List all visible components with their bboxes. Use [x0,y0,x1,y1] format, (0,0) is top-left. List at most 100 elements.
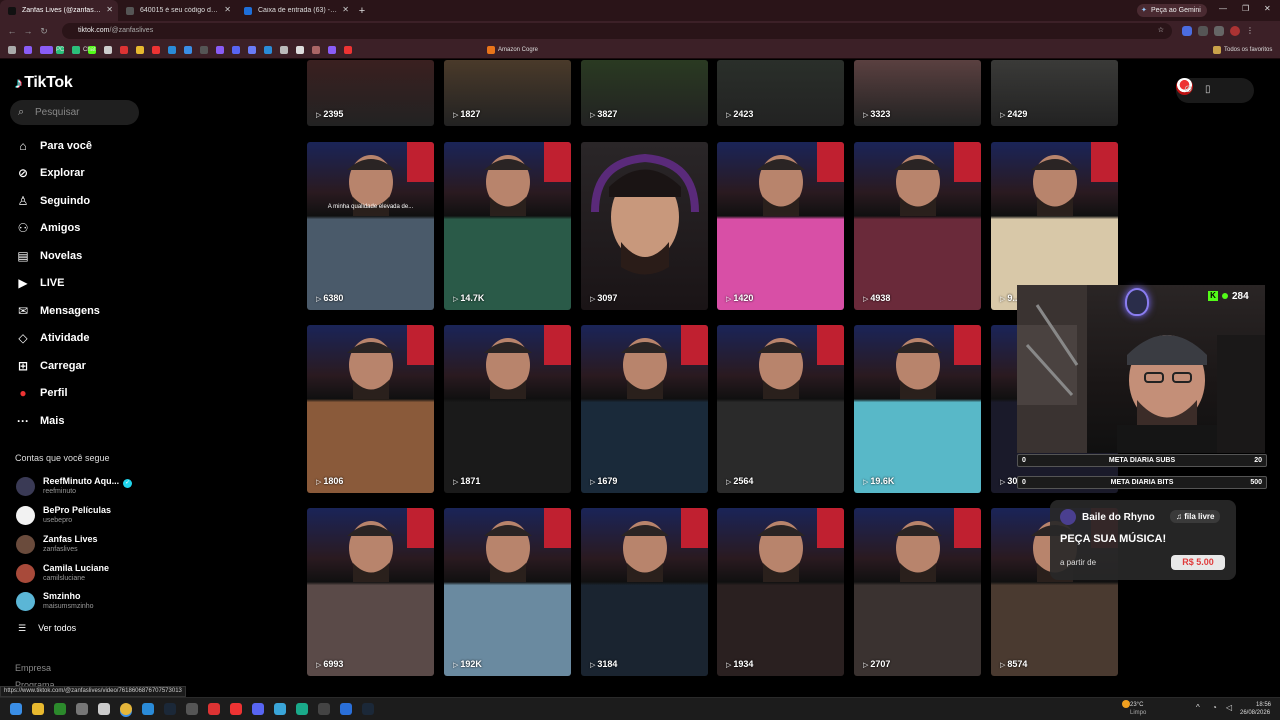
bookmark-item[interactable]: Amazon Cogre [487,45,538,55]
video-thumbnail[interactable]: 19.6K [854,325,981,493]
bookmark-icon[interactable] [264,45,272,55]
bookmark-icon[interactable] [248,45,256,55]
app-icon[interactable] [230,703,242,715]
bookmark-icon[interactable] [344,45,352,55]
see-all-link[interactable]: ☰ Ver todos [18,623,88,634]
nav-item-10[interactable]: ··· Mais [15,412,64,430]
nav-item-3[interactable]: ⚇ Amigos [15,219,81,237]
video-thumbnail[interactable]: 3184 [581,508,708,676]
bookmark-icon[interactable] [136,45,144,55]
back-icon[interactable]: ← [4,26,20,36]
footer-link-empresa[interactable]: Empresa [15,663,51,673]
bookmark-item[interactable]: Chat [72,45,96,55]
browser-tab[interactable]: Caixa de entrada (63) - E-mail ✕ [236,0,354,21]
coins-icon[interactable]: ⊘ [1184,84,1192,95]
bookmark-icon[interactable] [24,45,32,55]
bookmark-icon[interactable] [232,45,240,55]
all-bookmarks-folder[interactable]: Todos os favoritos [1213,45,1272,55]
discord-icon[interactable] [252,703,264,715]
video-thumbnail[interactable]: 192K [444,508,571,676]
video-thumbnail[interactable]: 3323 [854,60,981,126]
search-input[interactable]: ⌕ Pesquisar [10,100,139,125]
new-tab-button[interactable]: + [354,5,370,17]
video-thumbnail[interactable]: 2707 [854,508,981,676]
maximize-button[interactable]: ❐ [1242,4,1249,13]
app-icon[interactable] [208,703,220,715]
app-icon[interactable] [318,703,330,715]
video-thumbnail[interactable]: 3827 [581,60,708,126]
video-thumbnail[interactable]: 2423 [717,60,844,126]
bookmark-icon[interactable] [328,45,336,55]
tiktok-logo[interactable]: ♪ TikTok [15,74,73,92]
steam-icon[interactable] [164,703,176,715]
clock-date[interactable]: 26/08/2026 [1240,709,1270,717]
tab-close-icon[interactable]: ✕ [106,5,113,14]
network-icon[interactable]: ◔ [1212,704,1217,712]
app-icon[interactable] [296,703,308,715]
extension-icon[interactable] [1198,26,1208,36]
chrome-icon[interactable] [120,703,132,715]
app-icon[interactable] [340,703,352,715]
file-explorer-icon[interactable] [32,703,44,715]
extension-icon[interactable] [1182,26,1192,36]
nav-item-1[interactable]: ⊘ Explorar [15,164,85,182]
nav-item-0[interactable]: ⌂ Para você [15,137,92,155]
nav-item-9[interactable]: ● Perfil [15,384,67,402]
video-thumbnail[interactable]: 1420 [717,142,844,310]
video-thumbnail[interactable]: 14.7K [444,142,571,310]
video-thumbnail[interactable]: 2564 [717,325,844,493]
bookmark-icon[interactable] [312,45,320,55]
profile-icon[interactable] [1230,26,1240,36]
browser-tab[interactable]: Zanfas Lives (@zanfaslives) | Ti... ✕ [0,0,118,21]
app-icon[interactable] [76,703,88,715]
app-icon[interactable] [186,703,198,715]
video-thumbnail[interactable]: 1934 [717,508,844,676]
bookmark-icon[interactable] [168,45,176,55]
nav-item-2[interactable]: ♙ Seguindo [15,192,91,210]
video-thumbnail[interactable]: 6993 [307,508,434,676]
ask-gemini-button[interactable]: Peça ao Gemini [1137,4,1207,17]
device-icon[interactable]: ▯ [1205,84,1211,95]
windows-start-icon[interactable] [10,703,22,715]
steam-icon[interactable] [362,703,374,715]
edge-icon[interactable] [142,703,154,715]
minimize-button[interactable]: — [1219,4,1227,13]
bookmark-icon[interactable] [184,45,192,55]
extension-icon[interactable] [1214,26,1224,36]
bookmark-icon[interactable] [216,45,224,55]
video-thumbnail[interactable]: 1806 [307,325,434,493]
bookmark-icon[interactable] [104,45,112,55]
nav-item-7[interactable]: ◇ Atividade [15,329,89,347]
video-thumbnail[interactable]: 2395 [307,60,434,126]
tray-chevron-icon[interactable]: ^ [1196,704,1200,712]
close-window-button[interactable]: ✕ [1264,4,1271,13]
video-thumbnail[interactable]: 1871 [444,325,571,493]
bookmark-icon[interactable] [120,45,128,55]
bookmark-icon[interactable] [8,45,16,55]
app-icon[interactable] [98,703,110,715]
menu-icon[interactable]: ⋮ [1246,26,1256,36]
bookmark-item[interactable]: PC [45,45,64,55]
nav-item-8[interactable]: ⊞ Carregar [15,357,86,375]
volume-icon[interactable]: ◁ [1226,704,1232,712]
nav-item-6[interactable]: ✉ Mensagens [15,302,100,320]
nav-item-4[interactable]: ▤ Novelas [15,247,82,265]
video-thumbnail[interactable]: 2429 [991,60,1118,126]
video-thumbnail[interactable]: 3097 [581,142,708,310]
bookmark-star-icon[interactable]: ☆ [1158,23,1164,39]
bookmark-icon[interactable] [200,45,208,55]
bookmark-icon[interactable] [280,45,288,55]
xbox-icon[interactable] [54,703,66,715]
tab-close-icon[interactable]: ✕ [224,5,231,14]
video-thumbnail[interactable]: A minha qualidade elevada de... 6380 [307,142,434,310]
video-thumbnail[interactable]: 4938 [854,142,981,310]
tab-close-icon[interactable]: ✕ [342,5,349,14]
nav-item-5[interactable]: ▶ LIVE [15,274,64,292]
bookmark-icon[interactable] [152,45,160,55]
video-thumbnail[interactable]: 1827 [444,60,571,126]
browser-tab[interactable]: 640015 é seu código de 6 dígi... ✕ [118,0,236,21]
forward-icon[interactable]: → [20,26,36,36]
reload-icon[interactable]: ↻ [36,26,52,37]
app-icon[interactable] [274,703,286,715]
video-thumbnail[interactable]: 1679 [581,325,708,493]
